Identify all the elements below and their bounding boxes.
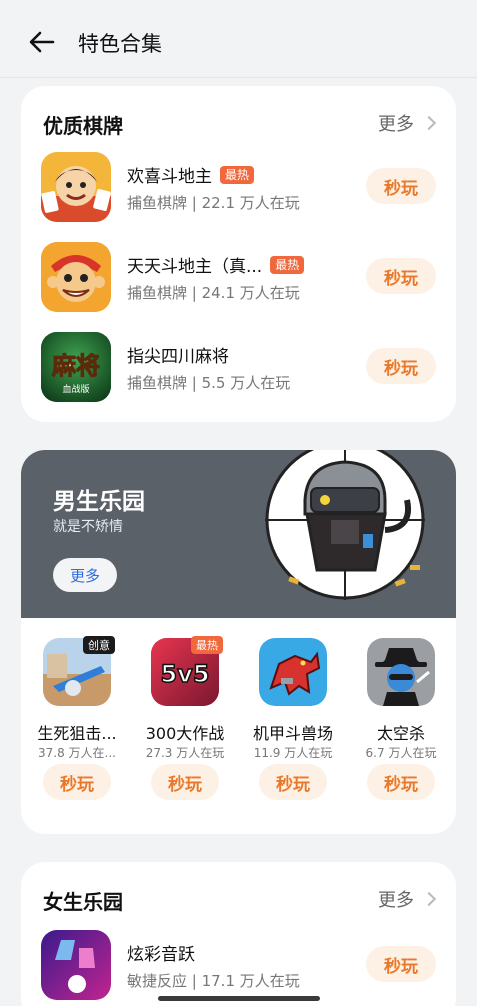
app-subtitle: 敏捷反应 | 17.1 万人在玩: [127, 972, 300, 990]
app-subtitle: 捕鱼棋牌 | 24.1 万人在玩: [127, 284, 300, 302]
5v5-game-icon: 最热 5v5: [151, 636, 223, 706]
music-tiles-icon: [41, 930, 111, 1000]
grid-item[interactable]: 太空杀 6.7 万人在玩 秒玩: [347, 638, 455, 818]
play-button[interactable]: 秒玩: [366, 258, 436, 294]
app-name-text: 炫彩音跃: [127, 945, 195, 965]
section-header: 女生乐园 更多: [43, 884, 437, 914]
app-name: 指尖四川麻将: [127, 342, 229, 367]
hot-badge: 最热: [220, 165, 255, 184]
section-header: 优质棋牌 更多: [43, 108, 437, 138]
app-name-text: 欢喜斗地主: [127, 167, 212, 187]
grid-item[interactable]: 最热 5v5 300大作战 27.3 万人在玩 秒玩: [131, 636, 239, 818]
app-name: 炫彩音跃: [127, 940, 195, 965]
app-subtitle: 捕鱼棋牌 | 22.1 万人在玩: [127, 194, 300, 212]
list-item[interactable]: 天天斗地主（真... 最热 捕鱼棋牌 | 24.1 万人在玩 秒玩: [41, 242, 436, 314]
play-button[interactable]: 秒玩: [151, 764, 219, 800]
list-item[interactable]: 欢喜斗地主 最热 捕鱼棋牌 | 22.1 万人在玩 秒玩: [41, 152, 436, 224]
app-name: 天天斗地主（真... 最热: [127, 252, 305, 277]
play-button[interactable]: 秒玩: [367, 764, 435, 800]
app-name-text: 指尖四川麻将: [127, 347, 229, 367]
app-subtitle: 6.7 万人在玩: [365, 746, 437, 760]
hot-badge: 最热: [270, 255, 305, 274]
app-name: 机甲斗兽场: [252, 724, 333, 743]
mecha-dino-icon: [259, 638, 327, 706]
play-button[interactable]: 秒玩: [366, 946, 436, 982]
app-subtitle: 27.3 万人在玩: [145, 746, 225, 760]
creative-badge: 创意: [83, 636, 115, 654]
section-card-chess: 优质棋牌 更多 欢喜斗地主 最热 捕鱼棋牌 | 22.1 万人在玩 秒玩 天天斗…: [21, 86, 456, 422]
back-arrow-icon: [29, 31, 55, 53]
grid-item[interactable]: 机甲斗兽场 11.9 万人在玩 秒玩: [239, 638, 347, 818]
section-card-boys: 男生乐园 就是不矫情 更多 创意 生死狙击... 37.8 万人在... 秒玩 …: [21, 450, 456, 834]
list-item[interactable]: 炫彩音跃 敏捷反应 | 17.1 万人在玩 秒玩: [41, 930, 436, 1002]
banner-title: 男生乐园: [53, 489, 145, 515]
section-card-girls: 女生乐园 更多 炫彩音跃 敏捷反应 | 17.1 万人在玩 秒玩: [21, 862, 456, 1006]
list-item[interactable]: 麻将 血战版 指尖四川麻将 捕鱼棋牌 | 5.5 万人在玩 秒玩: [41, 332, 436, 404]
banner-more-button[interactable]: 更多: [53, 558, 117, 592]
more-label: 更多: [378, 114, 414, 135]
app-name-text: 天天斗地主（真...: [127, 257, 263, 277]
page-title: 特色合集: [78, 32, 162, 56]
mahjong-icon: 麻将 血战版: [41, 332, 111, 402]
app-name: 生死狙击...: [37, 724, 117, 743]
more-link[interactable]: 更多: [378, 110, 437, 136]
app-name: 欢喜斗地主 最热: [127, 162, 255, 187]
top-bar: 特色合集: [0, 0, 477, 78]
app-subtitle: 11.9 万人在玩: [253, 746, 333, 760]
play-button[interactable]: 秒玩: [43, 764, 111, 800]
app-subtitle: 捕鱼棋牌 | 5.5 万人在玩: [127, 374, 291, 392]
banner-subtitle: 就是不矫情: [53, 519, 123, 535]
sniper-game-icon: 创意: [43, 636, 115, 706]
grid-item[interactable]: 创意 生死狙击... 37.8 万人在... 秒玩: [23, 636, 131, 818]
section-title: 优质棋牌: [43, 114, 123, 138]
app-subtitle: 37.8 万人在...: [38, 746, 116, 760]
play-button[interactable]: 秒玩: [366, 168, 436, 204]
app-name: 太空杀: [376, 724, 425, 743]
svg-text:血战版: 血战版: [62, 383, 89, 395]
section-title: 女生乐园: [43, 890, 123, 914]
svg-text:5v5: 5v5: [160, 660, 209, 688]
chevron-right-icon: [421, 891, 437, 907]
chevron-right-icon: [421, 115, 437, 131]
more-label: 更多: [378, 890, 414, 911]
scope-soldier-illustration: [265, 450, 425, 600]
home-indicator[interactable]: [158, 996, 320, 1001]
play-button[interactable]: 秒玩: [259, 764, 327, 800]
hot-badge: 最热: [191, 636, 223, 654]
hat-figure-icon: [367, 638, 435, 706]
banner[interactable]: 男生乐园 就是不矫情 更多: [21, 450, 456, 618]
app-name: 300大作战: [145, 724, 225, 743]
monkey-character-icon: [41, 242, 111, 312]
doudizhu-character-icon: [41, 152, 111, 222]
more-link[interactable]: 更多: [378, 886, 437, 912]
play-button[interactable]: 秒玩: [366, 348, 436, 384]
svg-text:麻将: 麻将: [51, 352, 100, 380]
back-button[interactable]: [24, 24, 60, 60]
